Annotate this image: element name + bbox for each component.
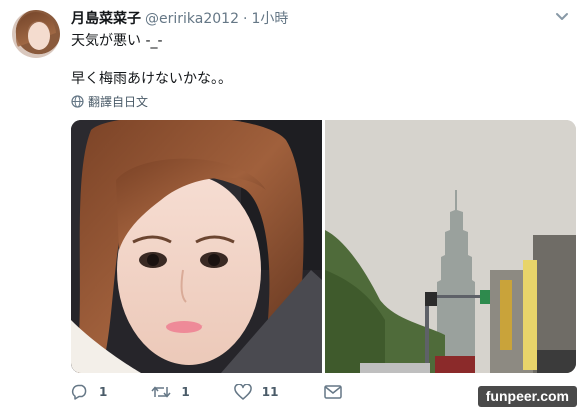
retweet-icon <box>151 386 171 398</box>
user-handle[interactable]: @eririka2012 <box>145 11 239 27</box>
chevron-down-icon[interactable] <box>555 12 569 22</box>
tweet-actions: 1 1 11 <box>71 384 396 400</box>
photo-selfie[interactable] <box>71 120 322 373</box>
avatar-face <box>28 22 50 50</box>
translate-label: 翻譯自日文 <box>88 95 149 109</box>
reply-icon <box>71 384 87 400</box>
photo-cityscape[interactable] <box>325 120 576 373</box>
heart-icon <box>233 384 252 400</box>
tweet-text-line-1: 天気が悪い -_- <box>71 33 163 49</box>
cityscape-illustration <box>325 120 576 373</box>
mail-icon <box>324 385 343 399</box>
like-count: 11 <box>261 385 279 399</box>
separator-dot: · <box>242 11 248 27</box>
direct-message-button[interactable] <box>324 385 352 399</box>
reply-button[interactable]: 1 <box>71 384 107 400</box>
tweet-text-line-2: 早く梅雨あけないかな。。 <box>71 71 232 87</box>
tweet-header: 月島菜菜子 @eririka2012 · 1小時 <box>71 8 288 28</box>
display-name[interactable]: 月島菜菜子 <box>71 8 141 28</box>
reply-count: 1 <box>99 385 108 399</box>
watermark: funpeer.com <box>477 386 577 407</box>
retweet-count: 1 <box>181 385 190 399</box>
selfie-illustration <box>71 120 322 373</box>
media-grid[interactable] <box>71 120 576 373</box>
retweet-button[interactable]: 1 <box>151 384 190 400</box>
globe-icon <box>71 95 84 108</box>
like-button[interactable]: 11 <box>233 384 279 400</box>
timestamp[interactable]: 1小時 <box>251 8 288 28</box>
translate-link[interactable]: 翻譯自日文 <box>71 93 148 110</box>
avatar[interactable] <box>12 10 60 58</box>
